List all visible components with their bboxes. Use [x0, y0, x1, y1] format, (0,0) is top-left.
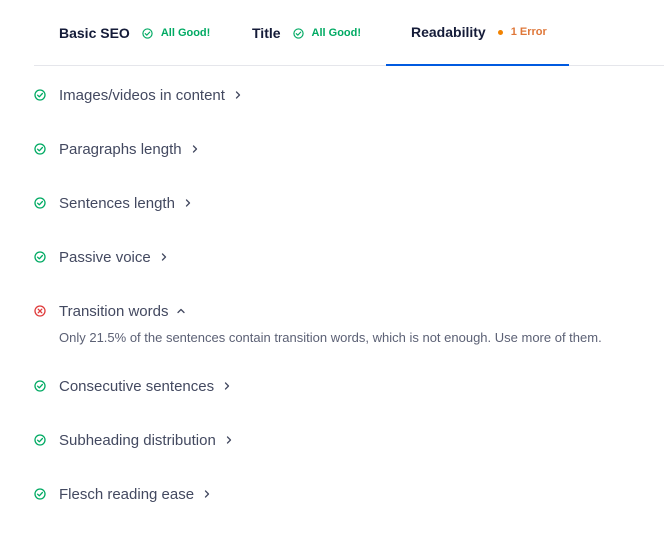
- check-title: Sentences length: [59, 194, 175, 212]
- check-item-sentences-length: Sentences length: [34, 193, 654, 213]
- warning-dot-icon: [497, 29, 503, 35]
- check-item-transition-words: Transition words Only 21.5% of the sente…: [34, 301, 654, 345]
- check-toggle[interactable]: Paragraphs length: [34, 139, 654, 159]
- x-circle-icon: [34, 305, 46, 317]
- check-circle-icon: [34, 434, 46, 446]
- check-toggle[interactable]: Sentences length: [34, 193, 654, 213]
- check-circle-icon: [34, 143, 46, 155]
- analysis-tabs: Basic SEO All Good! Title All Good! Read…: [34, 0, 664, 66]
- chevron-up-icon: [177, 308, 186, 314]
- check-toggle[interactable]: Passive voice: [34, 247, 654, 267]
- check-circle-icon: [34, 89, 46, 101]
- chevron-right-icon: [161, 253, 166, 261]
- tab-status-text: All Good!: [311, 27, 362, 39]
- chevron-right-icon: [185, 199, 191, 207]
- check-circle-icon: [142, 27, 153, 39]
- check-item-paragraphs-length: Paragraphs length: [34, 139, 654, 159]
- tab-status-text: All Good!: [160, 27, 211, 39]
- check-item-images-videos: Images/videos in content: [34, 85, 654, 105]
- tab-label: Title: [252, 25, 281, 41]
- check-circle-icon: [34, 197, 46, 209]
- tab-status: All Good!: [142, 27, 211, 39]
- chevron-right-icon: [204, 490, 210, 498]
- check-toggle[interactable]: Consecutive sentences: [34, 376, 654, 396]
- check-item-passive-voice: Passive voice: [34, 247, 654, 267]
- chevron-right-icon: [226, 436, 231, 444]
- chevron-right-icon: [192, 145, 197, 153]
- check-title: Paragraphs length: [59, 140, 182, 158]
- check-title: Consecutive sentences: [59, 377, 215, 395]
- check-toggle[interactable]: Images/videos in content: [34, 85, 654, 105]
- check-item-subheading-distribution: Subheading distribution: [34, 430, 654, 450]
- chevron-right-icon: [235, 91, 241, 99]
- tab-status-text: 1 Error: [510, 26, 547, 38]
- check-item-consecutive-sentences: Consecutive sentences: [34, 376, 654, 396]
- check-circle-icon: [292, 27, 304, 39]
- check-circle-icon: [34, 251, 46, 263]
- check-circle-icon: [34, 380, 46, 392]
- check-title: Flesch reading ease: [59, 485, 195, 503]
- tab-title[interactable]: Title All Good!: [252, 0, 361, 66]
- check-title: Subheading distribution: [59, 431, 216, 449]
- tab-basic-seo[interactable]: Basic SEO All Good!: [59, 0, 210, 66]
- tab-label: Readability: [411, 24, 486, 40]
- chevron-right-icon: [224, 382, 230, 390]
- check-title: Passive voice: [59, 248, 151, 266]
- check-title: Transition words: [59, 302, 169, 320]
- tab-label: Basic SEO: [59, 25, 130, 41]
- tab-readability[interactable]: Readability 1 Error: [386, 0, 569, 66]
- tab-status: All Good!: [292, 27, 362, 39]
- check-title: Images/videos in content: [59, 86, 225, 104]
- check-item-flesch-reading-ease: Flesch reading ease: [34, 484, 654, 504]
- check-toggle[interactable]: Flesch reading ease: [34, 484, 654, 504]
- check-circle-icon: [34, 488, 46, 500]
- check-toggle[interactable]: Transition words: [34, 301, 654, 321]
- check-toggle[interactable]: Subheading distribution: [34, 430, 654, 450]
- tab-status: 1 Error: [497, 26, 547, 38]
- check-description: Only 21.5% of the sentences contain tran…: [59, 330, 602, 345]
